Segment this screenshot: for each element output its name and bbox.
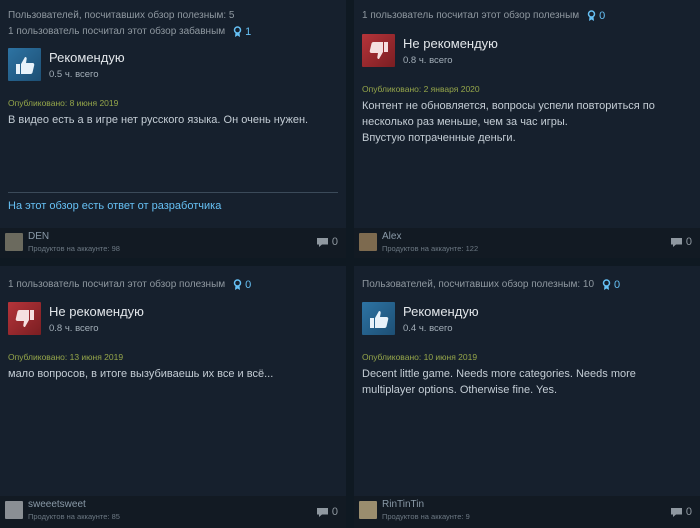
hours-played: 0.5 ч. всего [49,68,99,80]
funny-count-text: 1 пользователь посчитал этот обзор забав… [8,26,226,37]
hours-played: 0.8 ч. всего [403,54,453,66]
hours-played: 0.4 ч. всего [403,322,453,334]
award-button[interactable]: 0 [587,8,605,24]
thumbs-down-icon [8,302,41,335]
review-card: Пользователей, посчитавших обзор полезны… [0,0,346,258]
avatar[interactable] [5,233,23,251]
award-icon [587,10,596,21]
review-card: Пользователей, посчитавших обзор полезны… [354,266,700,528]
thumbs-up-icon [8,48,41,81]
review-footer: sweeetsweet Продуктов на аккаунте: 85 0 [0,496,346,528]
author-name[interactable]: RinTinTin [382,499,424,510]
comments-button[interactable]: 0 [316,236,338,248]
developer-response-link[interactable]: На этот обзор есть ответ от разработчика [8,200,221,212]
products-owned: Продуктов на аккаунте: 85 [28,512,120,521]
comments-button[interactable]: 0 [670,506,692,518]
avatar[interactable] [5,501,23,519]
review-footer: DEN Продуктов на аккаунте: 98 0 [0,228,346,258]
products-owned: Продуктов на аккаунте: 122 [382,244,479,253]
helpful-count-text: Пользователей, посчитавших обзор полезны… [362,279,595,290]
comments-button[interactable]: 0 [316,506,338,518]
comment-count: 0 [331,236,338,248]
award-icon [233,26,242,37]
award-icon [233,279,242,290]
avatar[interactable] [359,233,377,251]
comment-icon [670,237,682,247]
verdict-title: Рекомендую [49,49,125,65]
verdict-title: Рекомендую [403,303,479,319]
review-footer: Alex Продуктов на аккаунте: 122 0 [354,228,700,258]
author-name[interactable]: DEN [28,231,49,242]
comment-icon [316,237,328,247]
comment-icon [670,507,682,517]
review-footer: RinTinTin Продуктов на аккаунте: 9 0 [354,496,700,528]
helpful-count-text: Пользователей, посчитавших обзор полезны… [8,10,235,21]
review-card: 1 пользователь посчитал этот обзор полез… [0,266,346,528]
helpful-info: 1 пользователь посчитал этот обзор полез… [8,277,251,293]
posted-date: Опубликовано: 8 июня 2019 [8,98,119,108]
verdict-block[interactable]: Не рекомендую 0.8 ч. всего [8,302,144,335]
verdict-title: Не рекомендую [49,303,144,319]
posted-date: Опубликовано: 2 января 2020 [362,84,480,94]
award-button[interactable]: 1 [233,24,251,40]
divider [8,192,338,193]
comment-icon [316,507,328,517]
helpful-info: Пользователей, посчитавших обзор полезны… [8,8,251,40]
award-button[interactable]: 0 [602,277,620,293]
posted-date: Опубликовано: 10 июня 2019 [362,352,478,362]
review-text: Контент не обновляется, вопросы успели п… [362,100,655,144]
award-count: 0 [614,279,621,291]
avatar[interactable] [359,501,377,519]
comment-count: 0 [685,236,692,248]
award-icon [602,279,611,290]
award-count: 1 [245,26,252,38]
verdict-block[interactable]: Не рекомендую 0.8 ч. всего [362,34,498,67]
hours-played: 0.8 ч. всего [49,322,99,334]
award-count: 0 [245,279,252,291]
helpful-info: 1 пользователь посчитал этот обзор полез… [362,8,605,24]
posted-date: Опубликовано: 13 июня 2019 [8,352,124,362]
helpful-info: Пользователей, посчитавших обзор полезны… [362,277,620,293]
thumbs-up-icon [362,302,395,335]
comment-count: 0 [331,506,338,518]
award-button[interactable]: 0 [233,277,251,293]
review-text: мало вопросов, в итоге вызубиваешь их вс… [8,368,274,380]
author-name[interactable]: Alex [382,231,401,242]
verdict-block[interactable]: Рекомендую 0.4 ч. всего [362,302,479,335]
comment-count: 0 [685,506,692,518]
helpful-count-text: 1 пользователь посчитал этот обзор полез… [362,10,580,21]
award-count: 0 [599,10,606,22]
review-card: 1 пользователь посчитал этот обзор полез… [354,0,700,258]
review-text: В видео есть а в игре нет русского языка… [8,114,309,126]
verdict-title: Не рекомендую [403,35,498,51]
review-text: Decent little game. Needs more categorie… [362,368,636,396]
helpful-count-text: 1 пользователь посчитал этот обзор полез… [8,279,226,290]
products-owned: Продуктов на аккаунте: 98 [28,244,120,253]
comments-button[interactable]: 0 [670,236,692,248]
thumbs-down-icon [362,34,395,67]
author-name[interactable]: sweeetsweet [28,499,86,510]
verdict-block[interactable]: Рекомендую 0.5 ч. всего [8,48,125,81]
products-owned: Продуктов на аккаунте: 9 [382,512,470,521]
